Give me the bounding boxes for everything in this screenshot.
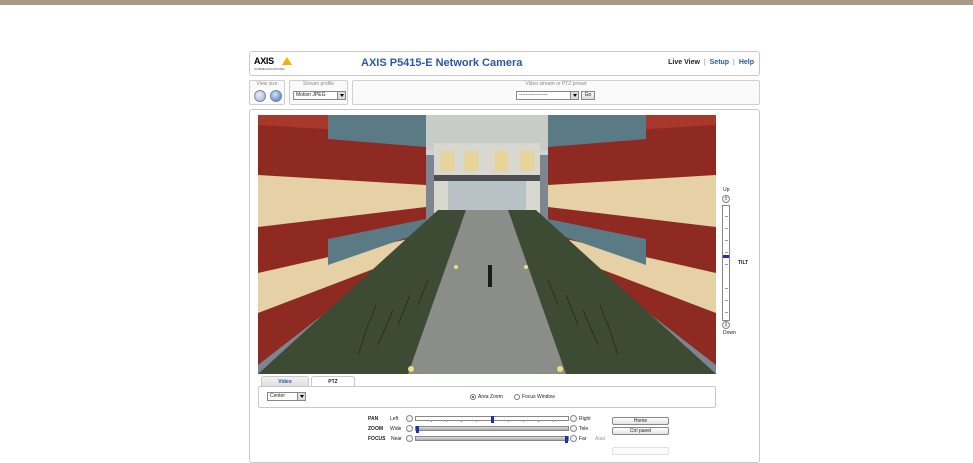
view-size-group: View size bbox=[249, 80, 285, 105]
zoom-tele-arrow-icon[interactable] bbox=[570, 425, 577, 432]
stream-profile-label: Stream profile bbox=[302, 81, 335, 87]
toolbar: View size Stream profile Motion JPEG Vid… bbox=[249, 80, 760, 105]
pan-left-arrow-icon[interactable] bbox=[406, 415, 413, 422]
header-nav: Live View | Setup | Help bbox=[668, 59, 754, 66]
ptz-options-panel: Center Area Zoom Focus Window bbox=[258, 386, 716, 408]
focus-window-radio[interactable] bbox=[514, 394, 520, 400]
chevron-down-icon bbox=[297, 393, 305, 400]
stream-profile-group: Stream profile Motion JPEG bbox=[289, 80, 348, 105]
pan-right-arrow-icon[interactable] bbox=[570, 415, 577, 422]
top-accent-bar bbox=[0, 0, 973, 5]
tilt-down-label: Down bbox=[723, 330, 736, 336]
logo-text: AXIS bbox=[254, 56, 274, 66]
preset-value: ----------------- bbox=[519, 92, 548, 98]
zoom-label: ZOOM bbox=[368, 426, 383, 432]
tilt-label: TILT bbox=[738, 260, 749, 266]
pan-left-label: Left bbox=[390, 416, 399, 422]
nav-separator: | bbox=[703, 59, 706, 66]
tilt-slider-handle[interactable] bbox=[723, 255, 729, 258]
zoom-wide-arrow-icon[interactable] bbox=[406, 425, 413, 432]
tilt-down-arrow-icon[interactable]: ⇩ bbox=[722, 321, 730, 329]
disabled-button bbox=[612, 447, 669, 455]
ctrl-panel-button[interactable]: Ctrl panel bbox=[612, 427, 669, 435]
axis-logo[interactable]: AXIS COMMUNICATIONS bbox=[254, 56, 294, 72]
slider-tick bbox=[725, 300, 728, 301]
tilt-slider[interactable] bbox=[722, 205, 730, 321]
tilt-up-arrow-icon[interactable]: ⇧ bbox=[722, 195, 730, 203]
slider-tick bbox=[725, 312, 728, 313]
view-size-label: View size bbox=[256, 81, 278, 87]
zoom-slider-handle[interactable] bbox=[416, 426, 419, 433]
zoom-wide-label: Wide bbox=[390, 426, 402, 432]
pan-control: PAN Left Right bbox=[368, 415, 608, 424]
zoom-tele-label: Tele bbox=[579, 426, 589, 432]
focus-slider[interactable] bbox=[415, 436, 569, 443]
view-size-full-icon[interactable] bbox=[270, 90, 282, 102]
stream-profile-select[interactable]: Motion JPEG bbox=[293, 91, 346, 100]
video-scene bbox=[258, 115, 716, 374]
focus-control: FOCUS Near Far Auto bbox=[368, 435, 608, 444]
nav-separator: | bbox=[733, 59, 735, 66]
focus-near-label: Near bbox=[391, 436, 402, 442]
chevron-down-icon bbox=[570, 92, 578, 99]
area-zoom-label: Area Zoom bbox=[478, 394, 503, 400]
pan-slider-handle[interactable] bbox=[491, 416, 494, 423]
slider-tick bbox=[725, 240, 728, 241]
live-video-image[interactable] bbox=[258, 115, 716, 374]
focus-far-label: Far bbox=[579, 436, 587, 442]
preset-select[interactable]: ----------------- bbox=[516, 91, 579, 100]
focus-near-arrow-icon[interactable] bbox=[406, 435, 413, 442]
zoom-slider[interactable] bbox=[415, 426, 569, 433]
area-zoom-radio[interactable] bbox=[470, 394, 476, 400]
logo-subtitle: COMMUNICATIONS bbox=[254, 67, 285, 71]
preset-label: Video stream or PTZ preset bbox=[525, 81, 587, 87]
go-button[interactable]: Go bbox=[581, 91, 595, 100]
setup-link[interactable]: Setup bbox=[710, 59, 729, 66]
slider-tick bbox=[725, 264, 728, 265]
tilt-control: Up ⇧ TILT ⇩ Down bbox=[720, 187, 760, 337]
chevron-down-icon bbox=[337, 92, 345, 99]
help-link[interactable]: Help bbox=[739, 59, 754, 66]
live-view-link[interactable]: Live View bbox=[668, 59, 700, 66]
focus-far-arrow-icon[interactable] bbox=[570, 435, 577, 442]
ptz-mode-select[interactable]: Center bbox=[267, 392, 306, 401]
home-button[interactable]: Home bbox=[612, 417, 669, 425]
zoom-control: ZOOM Wide Tele bbox=[368, 425, 608, 434]
page-title: AXIS P5415-E Network Camera bbox=[361, 57, 523, 69]
preset-group: Video stream or PTZ preset -------------… bbox=[352, 80, 760, 105]
slider-tick bbox=[725, 252, 728, 253]
slider-tick bbox=[725, 288, 728, 289]
logo-triangle-icon bbox=[282, 57, 292, 65]
slider-tick bbox=[725, 216, 728, 217]
focus-label: FOCUS bbox=[368, 436, 386, 442]
view-size-small-icon[interactable] bbox=[254, 90, 266, 102]
pan-right-label: Right bbox=[579, 416, 591, 422]
ptz-mode-value: Center bbox=[270, 393, 286, 399]
slider-tick bbox=[725, 228, 728, 229]
stream-profile-value: Motion JPEG bbox=[296, 92, 326, 98]
pan-label: PAN bbox=[368, 416, 379, 422]
header-panel: AXIS COMMUNICATIONS AXIS P5415-E Network… bbox=[249, 51, 760, 76]
focus-slider-handle[interactable] bbox=[565, 436, 568, 443]
pan-slider[interactable] bbox=[415, 416, 569, 423]
focus-window-label: Focus Window bbox=[522, 394, 555, 400]
tilt-up-label: Up bbox=[723, 187, 730, 193]
focus-auto-label[interactable]: Auto bbox=[595, 436, 605, 442]
